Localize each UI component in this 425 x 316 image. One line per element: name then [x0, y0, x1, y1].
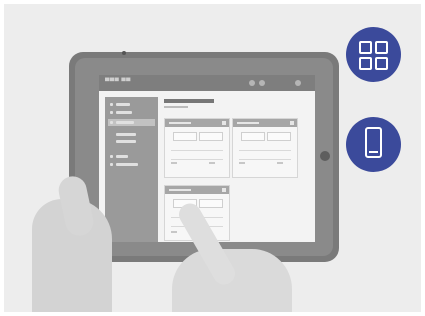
home-button-icon [320, 151, 330, 161]
grid-view-badge [346, 27, 401, 82]
app-topbar: ▀▀▀ ▀▀ [99, 75, 315, 91]
sidebar-subitem [108, 131, 155, 138]
illustration-frame: ▀▀▀ ▀▀ [4, 4, 421, 312]
camera-icon [122, 51, 126, 55]
sidebar-item-active [108, 119, 155, 126]
sidebar-item [108, 161, 155, 168]
user-icon [259, 80, 265, 86]
sidebar-subitem [108, 138, 155, 145]
sidebar-item [108, 101, 155, 108]
sidebar-item [108, 153, 155, 160]
tablet-screen: ▀▀▀ ▀▀ [99, 75, 315, 242]
app-logo: ▀▀▀ ▀▀ [105, 79, 131, 85]
tablet-scene: ▀▀▀ ▀▀ [4, 4, 421, 312]
smartphone-icon [365, 127, 382, 158]
content-panel [164, 118, 230, 178]
app-sidebar [105, 97, 158, 242]
menu-icon [295, 80, 301, 86]
sidebar-item [108, 109, 155, 116]
content-title [164, 99, 214, 103]
mobile-view-badge [346, 117, 401, 172]
content-subtitle [164, 106, 188, 108]
notification-icon [249, 80, 255, 86]
content-panel [232, 118, 298, 178]
